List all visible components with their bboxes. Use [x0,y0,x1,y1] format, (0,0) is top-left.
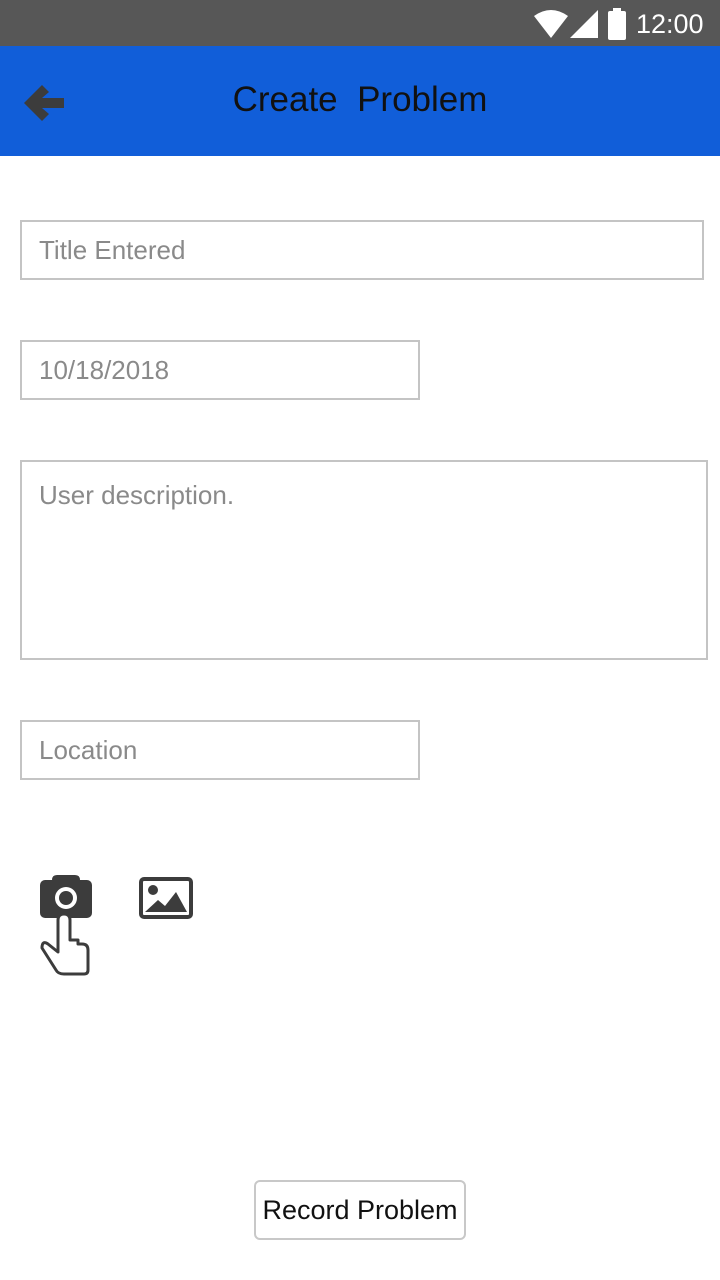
record-problem-button[interactable]: Record Problem [254,1180,466,1240]
camera-button[interactable] [34,868,98,980]
signal-icon [570,10,598,38]
camera-tap-icon [40,875,92,976]
status-time: 12:00 [636,9,704,39]
battery-icon [608,8,626,40]
date-input[interactable]: 10/18/2018 [20,340,420,400]
location-input[interactable]: Location [20,720,420,780]
title-input[interactable]: Title Entered [20,220,704,280]
wifi-icon [534,10,568,38]
gallery-button[interactable] [138,876,194,922]
description-textarea[interactable]: User description. [20,460,708,660]
app-bar: Create Problem [0,46,720,156]
image-gallery-icon [139,877,193,919]
page-title: Create Problem [232,80,488,119]
status-bar: 12:00 [0,0,720,46]
